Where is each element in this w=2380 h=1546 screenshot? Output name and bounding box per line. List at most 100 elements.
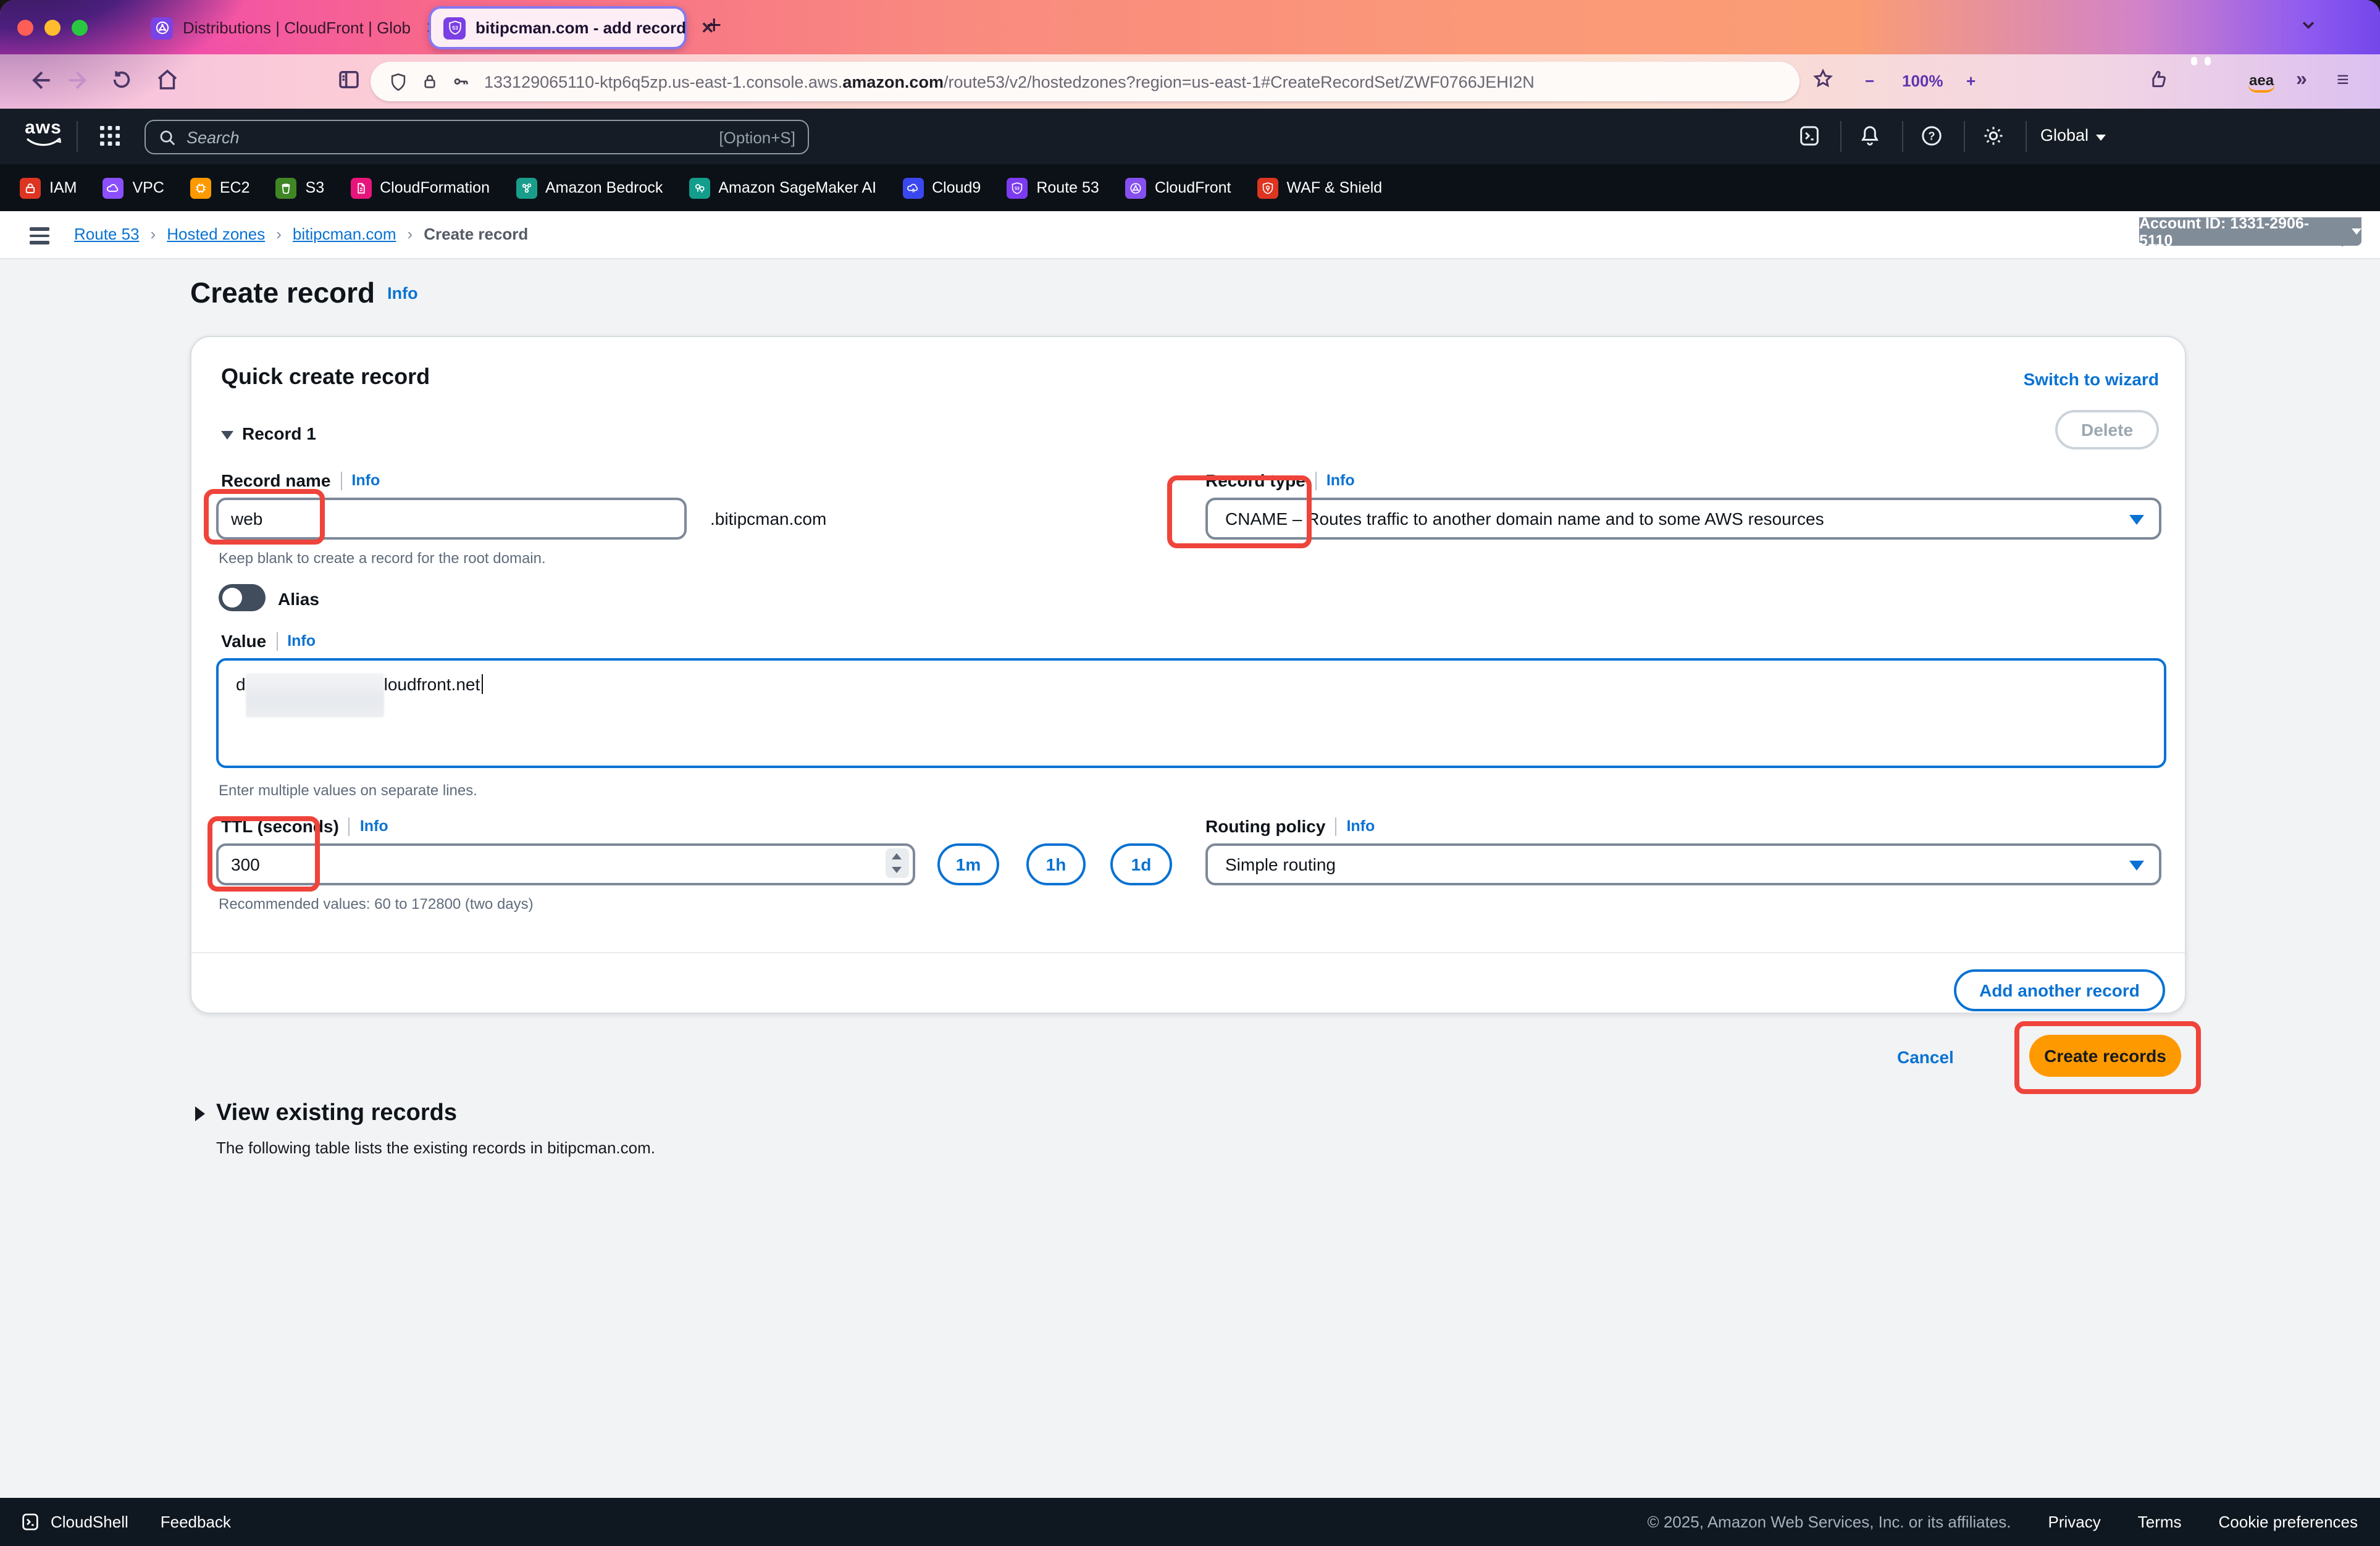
- account-id-badge[interactable]: Account ID: 1331-2906-5110: [2139, 217, 2361, 246]
- favorite-cloud9[interactable]: 9 Cloud9: [902, 177, 981, 198]
- forward-icon[interactable]: [64, 67, 91, 94]
- tab-route53-active[interactable]: 53 bitipcman.com - add record ✕: [429, 6, 687, 49]
- tab-list-chevron-icon[interactable]: [2300, 16, 2317, 33]
- svg-text:9: 9: [911, 187, 915, 193]
- favorite-vpc[interactable]: VPC: [103, 177, 164, 198]
- search-input[interactable]: [186, 128, 709, 146]
- ttl-stepper[interactable]: [886, 848, 909, 878]
- page-info-link[interactable]: Info: [387, 284, 418, 303]
- region-selector[interactable]: Global: [2040, 126, 2106, 144]
- record-1-collapser[interactable]: Record 1: [221, 424, 316, 443]
- favorite-ec2[interactable]: EC2: [190, 177, 250, 198]
- select-caret-icon: [2129, 515, 2144, 525]
- record-type-select[interactable]: CNAME – Routes traffic to another domain…: [1205, 498, 2161, 540]
- zoom-level[interactable]: 100%: [1902, 72, 1943, 90]
- global-search[interactable]: [Option+S]: [145, 120, 809, 154]
- bedrock-icon: [516, 177, 537, 198]
- switch-to-wizard-link[interactable]: Switch to wizard: [2024, 369, 2159, 389]
- toolbar-overflow-icon[interactable]: »: [2296, 69, 2307, 91]
- breadcrumb-separator: ›: [151, 225, 156, 243]
- favorite-waf[interactable]: WAF & Shield: [1257, 177, 1383, 198]
- side-menu-icon[interactable]: [30, 227, 49, 248]
- window-zoom-button[interactable]: [72, 20, 88, 36]
- breadcrumb-bar: Route 53 › Hosted zones › bitipcman.com …: [0, 211, 2380, 259]
- s3-icon: [276, 177, 297, 198]
- alias-toggle[interactable]: [219, 584, 266, 611]
- footer-terms-link[interactable]: Terms: [2138, 1513, 2182, 1531]
- cloudshell-terminal-icon[interactable]: [1797, 123, 1822, 148]
- ttl-1d-button[interactable]: 1d: [1110, 843, 1172, 885]
- ec2-icon: [190, 177, 211, 198]
- tab-cloudfront[interactable]: Distributions | CloudFront | Glob ✕: [138, 6, 451, 49]
- footer-feedback[interactable]: Feedback: [161, 1513, 231, 1531]
- home-icon[interactable]: [154, 67, 180, 93]
- breadcrumb-zone[interactable]: bitipcman.com: [293, 225, 396, 243]
- iam-icon: [20, 177, 41, 198]
- delete-record-button[interactable]: Delete: [2055, 410, 2159, 449]
- notifications-bell-icon[interactable]: [1858, 123, 1882, 148]
- view-existing-records-toggle[interactable]: View existing records: [216, 1100, 457, 1127]
- favorite-bedrock[interactable]: Amazon Bedrock: [516, 177, 663, 198]
- domain-suffix: .bitipcman.com: [710, 509, 826, 529]
- tracking-shield-icon[interactable]: [388, 71, 409, 92]
- url-bar[interactable]: 133129065110-ktp6q5zp.us-east-1.console.…: [371, 62, 1800, 101]
- ttl-1h-button[interactable]: 1h: [1026, 843, 1086, 885]
- app-menu-icon[interactable]: ≡: [2337, 68, 2349, 93]
- breadcrumb-route53[interactable]: Route 53: [74, 225, 140, 243]
- create-records-button[interactable]: Create records: [2029, 1035, 2181, 1077]
- footer-cloudshell[interactable]: CloudShell: [20, 1511, 128, 1532]
- zoom-out-button[interactable]: −: [1865, 72, 1874, 90]
- window-minimize-button[interactable]: [44, 20, 61, 36]
- quick-create-card: Quick create record Switch to wizard Rec…: [190, 336, 2186, 1014]
- expand-caret-icon[interactable]: [195, 1106, 205, 1121]
- favorite-sagemaker[interactable]: Amazon SageMaker AI: [689, 177, 876, 198]
- vpc-icon: [103, 177, 124, 198]
- reload-icon[interactable]: [109, 67, 135, 93]
- footer-cookie-link[interactable]: Cookie preferences: [2219, 1513, 2358, 1531]
- sidebar-toggle-icon[interactable]: [336, 67, 362, 93]
- favorite-iam[interactable]: IAM: [20, 177, 77, 198]
- value-textarea[interactable]: dloudfront.net: [216, 658, 2166, 768]
- breadcrumb-hosted-zones[interactable]: Hosted zones: [167, 225, 265, 243]
- favorite-cloudformation[interactable]: CloudFormation: [350, 177, 490, 198]
- ttl-input[interactable]: [216, 843, 915, 885]
- routing-info-link[interactable]: Info: [1346, 817, 1375, 835]
- ttl-1m-button[interactable]: 1m: [937, 843, 999, 885]
- routing-field-label: Routing policy Info: [1205, 816, 1375, 836]
- settings-gear-icon[interactable]: [1981, 123, 2006, 148]
- window-close-button[interactable]: [17, 20, 33, 36]
- label-divider: [1335, 817, 1336, 835]
- value-info-link[interactable]: Info: [287, 632, 316, 650]
- select-caret-icon: [2129, 861, 2144, 871]
- favorite-s3[interactable]: S3: [276, 177, 325, 198]
- footer-privacy-link[interactable]: Privacy: [2048, 1513, 2101, 1531]
- back-icon[interactable]: [27, 67, 54, 94]
- search-icon: [158, 128, 177, 146]
- svg-text:?: ?: [1928, 130, 1935, 143]
- zoom-in-button[interactable]: +: [1966, 72, 1976, 90]
- browser-tab-bar: Distributions | CloudFront | Glob ✕ 53 b…: [0, 0, 2380, 54]
- cancel-button[interactable]: Cancel: [1897, 1047, 1954, 1067]
- value-label: Value: [221, 631, 266, 651]
- record-name-info-link[interactable]: Info: [351, 472, 380, 489]
- permissions-key-icon[interactable]: [451, 70, 473, 93]
- services-grid-icon[interactable]: [99, 125, 121, 147]
- sagemaker-icon: [689, 177, 710, 198]
- bookmark-star-icon[interactable]: [1811, 67, 1835, 91]
- help-icon[interactable]: ?: [1919, 123, 1944, 148]
- new-tab-button[interactable]: +: [706, 11, 722, 41]
- label-divider: [1315, 471, 1317, 490]
- extension-thumb-icon[interactable]: [2147, 67, 2171, 91]
- favorite-cloudfront[interactable]: CloudFront: [1125, 177, 1231, 198]
- aws-logo[interactable]: aws: [25, 119, 62, 148]
- alias-label: Alias: [278, 589, 319, 609]
- favorite-route53[interactable]: 53 Route 53: [1007, 177, 1099, 198]
- ttl-info-link[interactable]: Info: [360, 817, 388, 835]
- record-type-info-link[interactable]: Info: [1326, 472, 1355, 489]
- lock-icon[interactable]: [420, 72, 440, 91]
- extension-aea-icon[interactable]: aea: [2248, 72, 2275, 93]
- record-name-input[interactable]: [216, 498, 687, 540]
- record-type-label: Record type: [1205, 470, 1305, 490]
- add-another-record-button[interactable]: Add another record: [1954, 969, 2165, 1011]
- routing-policy-select[interactable]: Simple routing: [1205, 843, 2161, 885]
